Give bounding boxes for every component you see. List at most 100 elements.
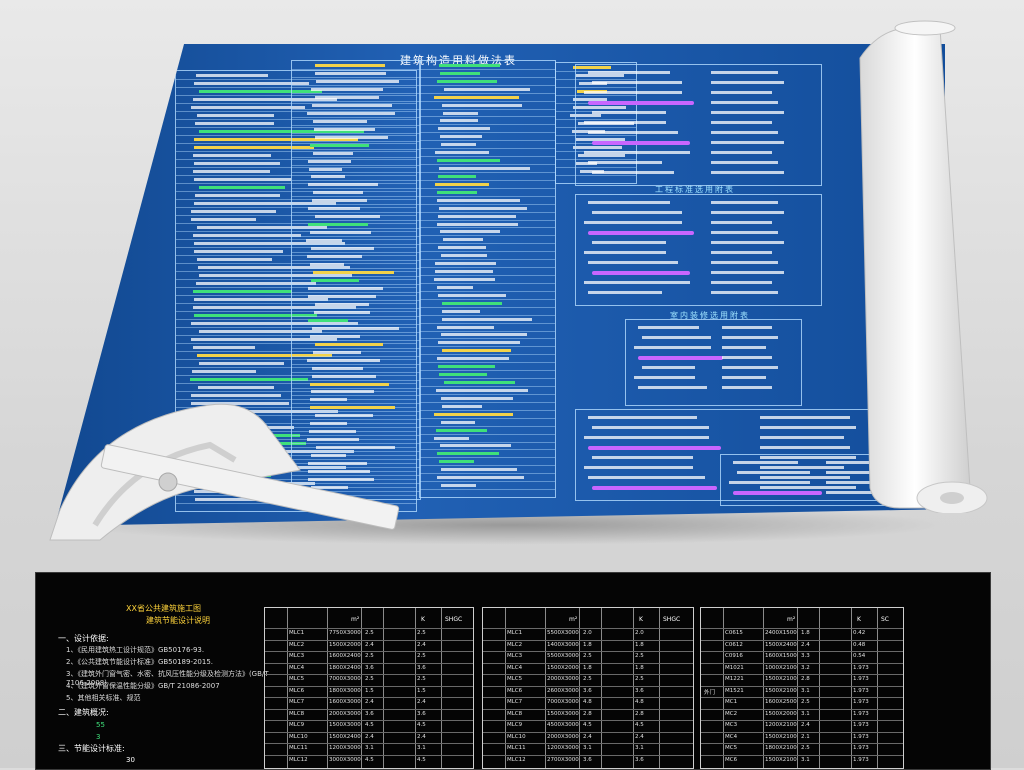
table-row-divider bbox=[265, 720, 473, 721]
table-cell: 4500X3000 bbox=[547, 722, 579, 728]
row-divider bbox=[420, 489, 555, 491]
cad-subtitle: 建筑节能设计说明 bbox=[146, 616, 210, 625]
table-cell: 2.8 bbox=[801, 676, 810, 682]
fine-print bbox=[710, 171, 784, 174]
table-cell: 2.5 bbox=[417, 630, 426, 636]
fine-print bbox=[443, 87, 531, 91]
table-cell: 1.5 bbox=[417, 687, 426, 694]
table-row-divider bbox=[483, 662, 693, 664]
table-cell: 1500X2100 bbox=[765, 756, 797, 763]
overview-value-1: 55 bbox=[96, 721, 105, 729]
fine-print bbox=[308, 318, 348, 322]
fine-print bbox=[437, 341, 520, 345]
row-divider bbox=[292, 299, 420, 301]
row-divider bbox=[292, 164, 420, 166]
table-cell: MC6 bbox=[725, 756, 738, 763]
fine-print bbox=[310, 87, 384, 91]
table-cell: 1600X3000 bbox=[329, 699, 361, 705]
row-divider bbox=[292, 228, 420, 230]
fine-print bbox=[592, 211, 682, 214]
table-row-divider bbox=[483, 720, 693, 721]
row-divider bbox=[420, 76, 555, 78]
table-cell: MLC9 bbox=[289, 722, 305, 728]
table-cell: C0916 bbox=[725, 653, 743, 659]
fine-print bbox=[437, 476, 525, 480]
fine-print bbox=[309, 167, 343, 171]
row-divider bbox=[420, 346, 555, 348]
fine-print bbox=[439, 135, 483, 139]
fine-print bbox=[437, 174, 477, 178]
table-cell: 1.973 bbox=[853, 699, 869, 705]
table-cell: MLC9 bbox=[507, 722, 523, 728]
fine-print bbox=[760, 436, 844, 439]
window-table-1: K SHGC m² MLC1 7750X3000 2.5 2.5 MLC2 1500X2000 2… bbox=[264, 607, 474, 769]
fine-print bbox=[588, 291, 662, 294]
table-cell: MLC2 bbox=[507, 641, 523, 648]
table-cell: 1.973 bbox=[853, 722, 869, 728]
row-divider bbox=[292, 100, 420, 102]
table-row-divider bbox=[701, 697, 903, 698]
row-divider bbox=[292, 148, 420, 150]
fine-print bbox=[584, 251, 666, 254]
fine-print bbox=[309, 382, 390, 386]
row-divider bbox=[292, 244, 420, 246]
row-divider bbox=[292, 371, 420, 373]
table-row-divider bbox=[701, 662, 903, 664]
row-divider bbox=[292, 116, 420, 118]
requirement-4: 4、《建筑外窗保温性能分级》GB/T 21086-2007 bbox=[66, 682, 220, 690]
table-header-unit: SHGC bbox=[445, 616, 463, 623]
table-col-divider bbox=[723, 608, 724, 768]
table-cell: 1500X3000 bbox=[547, 710, 579, 717]
table-col-divider bbox=[851, 608, 852, 768]
blueprint-column bbox=[419, 60, 556, 498]
fine-print bbox=[440, 420, 475, 424]
fine-print bbox=[710, 221, 772, 224]
table-row-divider bbox=[265, 674, 473, 675]
table-cell: MLC12 bbox=[289, 756, 308, 763]
table-row-divider bbox=[701, 628, 903, 629]
fine-print bbox=[434, 412, 514, 416]
fine-print bbox=[437, 357, 510, 361]
row-divider bbox=[420, 441, 555, 443]
table-cell: 2.5 bbox=[583, 676, 592, 682]
table-cell: 4.5 bbox=[417, 756, 426, 763]
table-cell: 2000X3000 bbox=[329, 710, 361, 717]
table-cell: MC4 bbox=[725, 733, 738, 740]
requirement-5: 5、其他相关标准、规范 bbox=[66, 694, 141, 702]
fine-print bbox=[592, 81, 682, 84]
fine-print bbox=[306, 111, 395, 115]
fine-print bbox=[311, 374, 377, 378]
overview-value-2: 3 bbox=[96, 733, 101, 741]
table-cell: 1800X3000 bbox=[329, 687, 361, 694]
table-cell: 4.5 bbox=[583, 722, 592, 728]
fine-print bbox=[193, 234, 301, 237]
row-divider bbox=[292, 172, 420, 174]
table-cell: 2.4 bbox=[417, 641, 426, 648]
row-divider bbox=[420, 481, 555, 483]
row-divider bbox=[420, 338, 555, 340]
fine-print bbox=[710, 161, 778, 164]
table-cell: 2.5 bbox=[417, 676, 426, 682]
row-divider bbox=[292, 387, 420, 389]
table-cell: 1600X1500 bbox=[765, 653, 797, 659]
row-divider bbox=[292, 379, 420, 381]
table-cell: 4.8 bbox=[583, 699, 592, 705]
table-cell: 2.5 bbox=[801, 699, 810, 705]
table-header-unit: m² bbox=[351, 616, 360, 623]
table-cell: 3.6 bbox=[365, 664, 374, 671]
blueprint-table-box bbox=[575, 64, 822, 186]
fine-print bbox=[437, 79, 498, 83]
row-divider bbox=[292, 283, 420, 285]
table-row-divider bbox=[701, 639, 903, 641]
table-col-divider bbox=[659, 608, 660, 768]
table-cell: 3.6 bbox=[583, 756, 592, 763]
row-divider bbox=[292, 307, 420, 309]
table-cell: 7000X3000 bbox=[329, 676, 361, 682]
table-cell: 7000X3000 bbox=[547, 699, 579, 705]
fine-print bbox=[722, 366, 778, 369]
row-divider bbox=[420, 393, 555, 395]
table-cell: 0.42 bbox=[853, 630, 866, 636]
fine-print bbox=[190, 106, 305, 109]
fine-print bbox=[193, 178, 292, 181]
table-cell: MLC12 bbox=[507, 756, 526, 763]
